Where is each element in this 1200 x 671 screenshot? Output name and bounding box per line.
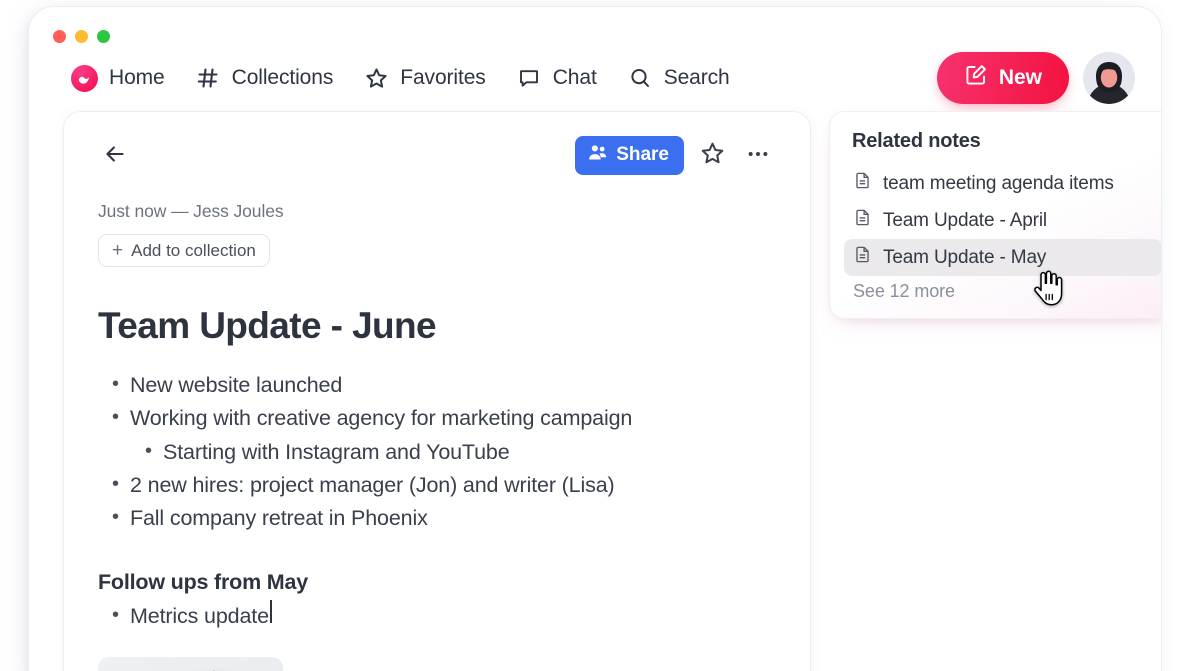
star-outline-icon	[699, 140, 726, 170]
bullet-marker: •	[112, 600, 130, 631]
note-bullet[interactable]: • Working with creative agency for marke…	[98, 402, 776, 435]
bullet-marker: •	[112, 402, 130, 433]
people-icon	[587, 142, 608, 169]
nav-items: Home Collections	[71, 65, 937, 92]
star-icon	[363, 65, 389, 91]
new-note-button[interactable]: New	[937, 52, 1069, 104]
bullet-marker: •	[145, 436, 163, 467]
chat-bubble-icon	[516, 65, 542, 91]
nav-item-search-label: Search	[664, 66, 730, 90]
document-icon	[853, 245, 872, 270]
main-content: Share	[29, 111, 1161, 671]
search-icon	[627, 65, 653, 91]
related-note-item[interactable]: Team Update - April	[844, 202, 1162, 239]
related-notes-list: team meeting agenda items Team Update	[844, 165, 1162, 276]
nav-item-chat-label: Chat	[553, 66, 597, 90]
related-note-item[interactable]: team meeting agenda items	[844, 165, 1162, 202]
note-bullet[interactable]: • Metrics update	[98, 600, 776, 633]
close-window-button[interactable]	[53, 30, 66, 43]
nav-item-collections-label: Collections	[232, 66, 334, 90]
share-button[interactable]: Share	[575, 136, 684, 175]
document-icon	[853, 171, 872, 196]
add-to-collection-label: Add to collection	[131, 241, 256, 261]
back-button[interactable]	[98, 138, 132, 172]
minimize-window-button[interactable]	[75, 30, 88, 43]
window-controls	[53, 30, 110, 43]
note-image-attachment[interactable]	[98, 657, 283, 671]
top-navigation-bar: Home Collections	[29, 47, 1161, 109]
note-bullet-text: 2 new hires: project manager (Jon) and w…	[130, 469, 615, 502]
nav-item-favorites[interactable]: Favorites	[363, 65, 485, 91]
bullet-marker: •	[112, 502, 130, 533]
compose-icon	[964, 63, 988, 93]
nav-item-collections[interactable]: Collections	[195, 65, 334, 91]
note-bullet[interactable]: • New website launched	[98, 369, 776, 402]
note-title[interactable]: Team Update - June	[98, 305, 776, 347]
nav-item-home-label: Home	[109, 66, 165, 90]
nav-right-actions: New	[937, 52, 1135, 104]
related-notes-title: Related notes	[844, 130, 1162, 153]
note-bullet[interactable]: • Fall company retreat in Phoenix	[98, 502, 776, 535]
note-editor-card: Share	[63, 111, 811, 671]
screen: Home Collections	[0, 0, 1200, 671]
plus-icon: +	[112, 241, 123, 260]
related-note-item-selected[interactable]: Team Update - May	[844, 239, 1162, 276]
avatar[interactable]	[1083, 52, 1135, 104]
related-notes-card: Related notes team meeting agenda items	[829, 111, 1162, 319]
note-bullet-text: Working with creative agency for marketi…	[130, 402, 632, 435]
text-caret	[270, 600, 272, 623]
nav-item-home[interactable]: Home	[71, 65, 165, 92]
note-bullet-text: Starting with Instagram and YouTube	[163, 436, 510, 469]
note-section-body[interactable]: • Metrics update	[98, 600, 776, 633]
note-bullet-text: Metrics update	[130, 600, 269, 633]
add-to-collection-button[interactable]: + Add to collection	[98, 234, 270, 267]
note-meta: Just now — Jess Joules	[98, 201, 776, 222]
related-note-label: team meeting agenda items	[883, 173, 1114, 195]
arrow-left-icon	[102, 141, 128, 170]
nav-item-favorites-label: Favorites	[400, 66, 485, 90]
note-bullet-text: Fall company retreat in Phoenix	[130, 502, 428, 535]
phone-photo	[103, 666, 273, 671]
note-body[interactable]: • New website launched • Working with cr…	[98, 369, 776, 536]
hash-icon	[195, 65, 221, 91]
bullet-marker: •	[112, 369, 130, 400]
bullet-marker: •	[112, 469, 130, 500]
note-bullet[interactable]: • Starting with Instagram and YouTube	[98, 436, 776, 469]
document-icon	[853, 208, 872, 233]
see-more-link[interactable]: See 12 more	[844, 281, 1162, 302]
note-toolbar: Share	[98, 134, 776, 176]
new-note-button-label: New	[999, 66, 1042, 90]
related-note-label: Team Update - May	[883, 247, 1046, 269]
related-notes-region: Related notes team meeting agenda items	[811, 111, 1162, 671]
share-button-label: Share	[616, 144, 669, 166]
app-logo-icon	[71, 65, 98, 92]
nav-item-search[interactable]: Search	[627, 65, 730, 91]
note-bullet[interactable]: • 2 new hires: project manager (Jon) and…	[98, 469, 776, 502]
ellipsis-icon	[745, 141, 771, 170]
more-options-button[interactable]	[740, 137, 776, 173]
maximize-window-button[interactable]	[97, 30, 110, 43]
note-bullet-text: New website launched	[130, 369, 342, 402]
favorite-note-button[interactable]	[694, 137, 730, 173]
note-section-heading[interactable]: Follow ups from May	[98, 570, 776, 595]
nav-item-chat[interactable]: Chat	[516, 65, 597, 91]
related-note-label: Team Update - April	[883, 210, 1047, 232]
app-window: Home Collections	[28, 6, 1162, 671]
